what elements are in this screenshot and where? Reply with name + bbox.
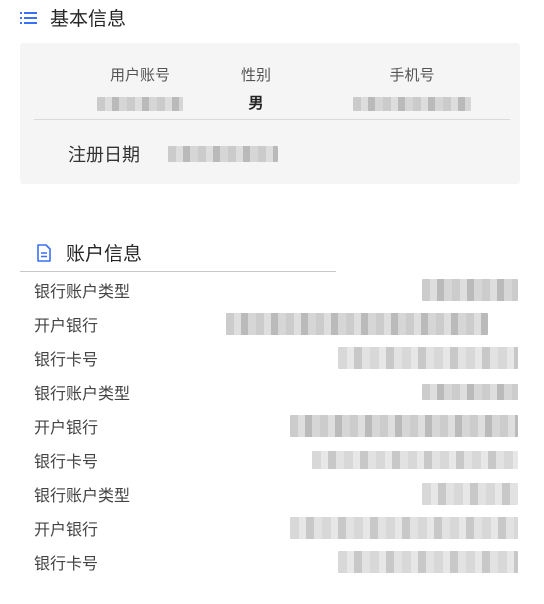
- gender-value: 男: [248, 94, 264, 112]
- redacted-account-value: [226, 313, 488, 335]
- phone-label: 手机号: [389, 66, 435, 84]
- account-row: 银行卡号: [34, 443, 518, 477]
- gender-label: 性别: [240, 66, 271, 84]
- account-info-header: 账户信息: [36, 239, 142, 266]
- account-row-label: 银行账户类型: [34, 384, 131, 403]
- account-divider: [20, 271, 336, 272]
- account-row-label: 银行账户类型: [34, 486, 131, 505]
- account-row: 开户银行: [34, 409, 518, 443]
- account-row: 银行账户类型: [34, 375, 518, 409]
- basic-info-title: 基本信息: [50, 8, 127, 30]
- account-row: 银行卡号: [34, 545, 518, 579]
- account-row-label: 开户银行: [34, 316, 99, 335]
- account-row: 开户银行: [34, 511, 518, 545]
- basic-info-card: 用户账号 性别 男 手机号 注册日期: [20, 43, 520, 184]
- account-row: 银行卡号: [34, 341, 518, 375]
- redacted-account-value: [422, 384, 518, 400]
- account-row: 银行账户类型: [34, 477, 518, 511]
- redacted-register-date: [168, 146, 278, 162]
- redacted-account-value: [338, 347, 518, 369]
- redacted-account-value: [290, 517, 518, 539]
- account-row: 银行账户类型: [34, 273, 518, 307]
- redacted-account-value: [422, 279, 518, 301]
- list-icon: [20, 7, 42, 29]
- account-row: 开户银行: [34, 307, 518, 341]
- phone-value: [337, 91, 487, 115]
- register-date-label: 注册日期: [68, 145, 140, 166]
- redacted-user-account: [97, 96, 183, 111]
- redacted-account-value: [290, 415, 518, 437]
- redacted-account-value: [338, 551, 518, 573]
- account-info-title: 账户信息: [66, 243, 143, 265]
- document-icon: [36, 242, 58, 264]
- redacted-account-value: [312, 451, 518, 469]
- gender-field: 性别 男: [181, 65, 331, 115]
- basic-info-header: 基本信息: [20, 4, 126, 31]
- account-row-label: 开户银行: [34, 418, 99, 437]
- card-divider: [34, 119, 510, 120]
- phone-field: 手机号: [337, 65, 487, 115]
- account-row-label: 银行卡号: [34, 554, 99, 573]
- redacted-phone: [353, 96, 471, 111]
- account-row-label: 银行账户类型: [34, 282, 131, 301]
- account-row-label: 银行卡号: [34, 350, 99, 369]
- redacted-account-value: [422, 483, 518, 505]
- account-row-label: 开户银行: [34, 520, 99, 539]
- account-row-label: 银行卡号: [34, 452, 99, 471]
